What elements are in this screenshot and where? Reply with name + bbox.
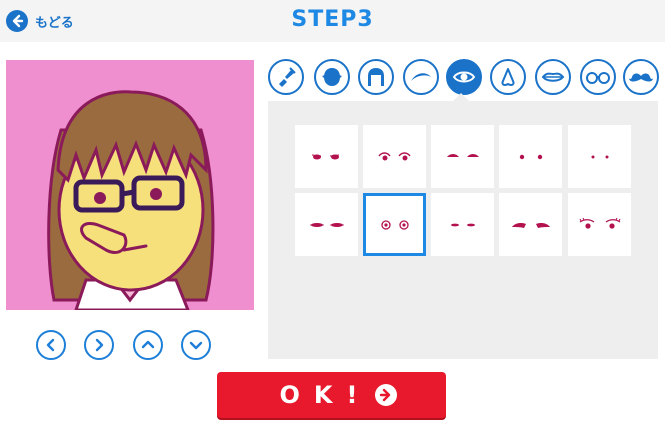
tab-eyebrow[interactable] [403,59,439,95]
chevron-right-icon [95,338,104,352]
eye-option[interactable] [431,125,494,188]
eye-option[interactable] [295,125,358,188]
eye-option-3-icon [446,153,479,157]
eye-option[interactable] [568,125,631,188]
move-left-button[interactable] [36,330,66,360]
chevron-left-icon [46,338,55,352]
eye-option[interactable] [499,193,562,256]
eye-option[interactable] [499,125,562,188]
tab-eyes[interactable] [446,59,482,95]
hair-icon [368,68,384,86]
eyebrow-icon [411,73,431,81]
eye-option-6-icon [309,222,344,227]
move-right-button[interactable] [84,330,114,360]
eye-option-4-icon [519,154,542,159]
ok-button[interactable]: OK! [217,372,446,418]
tab-face-shape[interactable] [314,59,350,95]
page-title: STEP3 [291,7,374,32]
eye-option-8-icon [450,223,475,226]
chevron-down-icon [189,341,203,350]
eye-option-1-icon [311,154,339,159]
eye-option-selected[interactable] [363,193,426,256]
eye-option[interactable] [295,193,358,256]
eye-option[interactable] [363,125,426,188]
header-bar: もどる STEP3 [0,0,665,42]
glasses-icon [586,72,610,84]
eye-option-5-icon [591,155,608,158]
eye-option[interactable] [431,193,494,256]
avatar-illustration [47,90,215,310]
eye-option-10-icon [579,217,620,229]
eye-option-2-icon [377,151,411,160]
mustache-icon [629,73,653,82]
tab-paint[interactable] [268,59,304,95]
tab-mustache[interactable] [623,59,659,95]
chevron-up-icon [141,340,155,349]
move-up-button[interactable] [133,330,163,360]
arrow-right-icon [375,384,398,406]
eye-option[interactable] [568,193,631,256]
tab-hair[interactable] [358,59,394,95]
eye-option-9-icon [511,222,550,228]
tab-mouth[interactable] [535,59,571,95]
mouth-icon [541,72,565,82]
avatar-preview [6,60,254,310]
move-down-button[interactable] [181,330,211,360]
tab-nose[interactable] [490,59,526,95]
ok-label: OK! [279,381,372,409]
eye-option-7-icon [380,219,409,230]
tab-glasses[interactable] [580,59,616,95]
eye-icon [452,71,476,83]
face-shape-icon [322,68,342,86]
nose-icon [501,68,515,86]
paint-icon [279,67,296,87]
